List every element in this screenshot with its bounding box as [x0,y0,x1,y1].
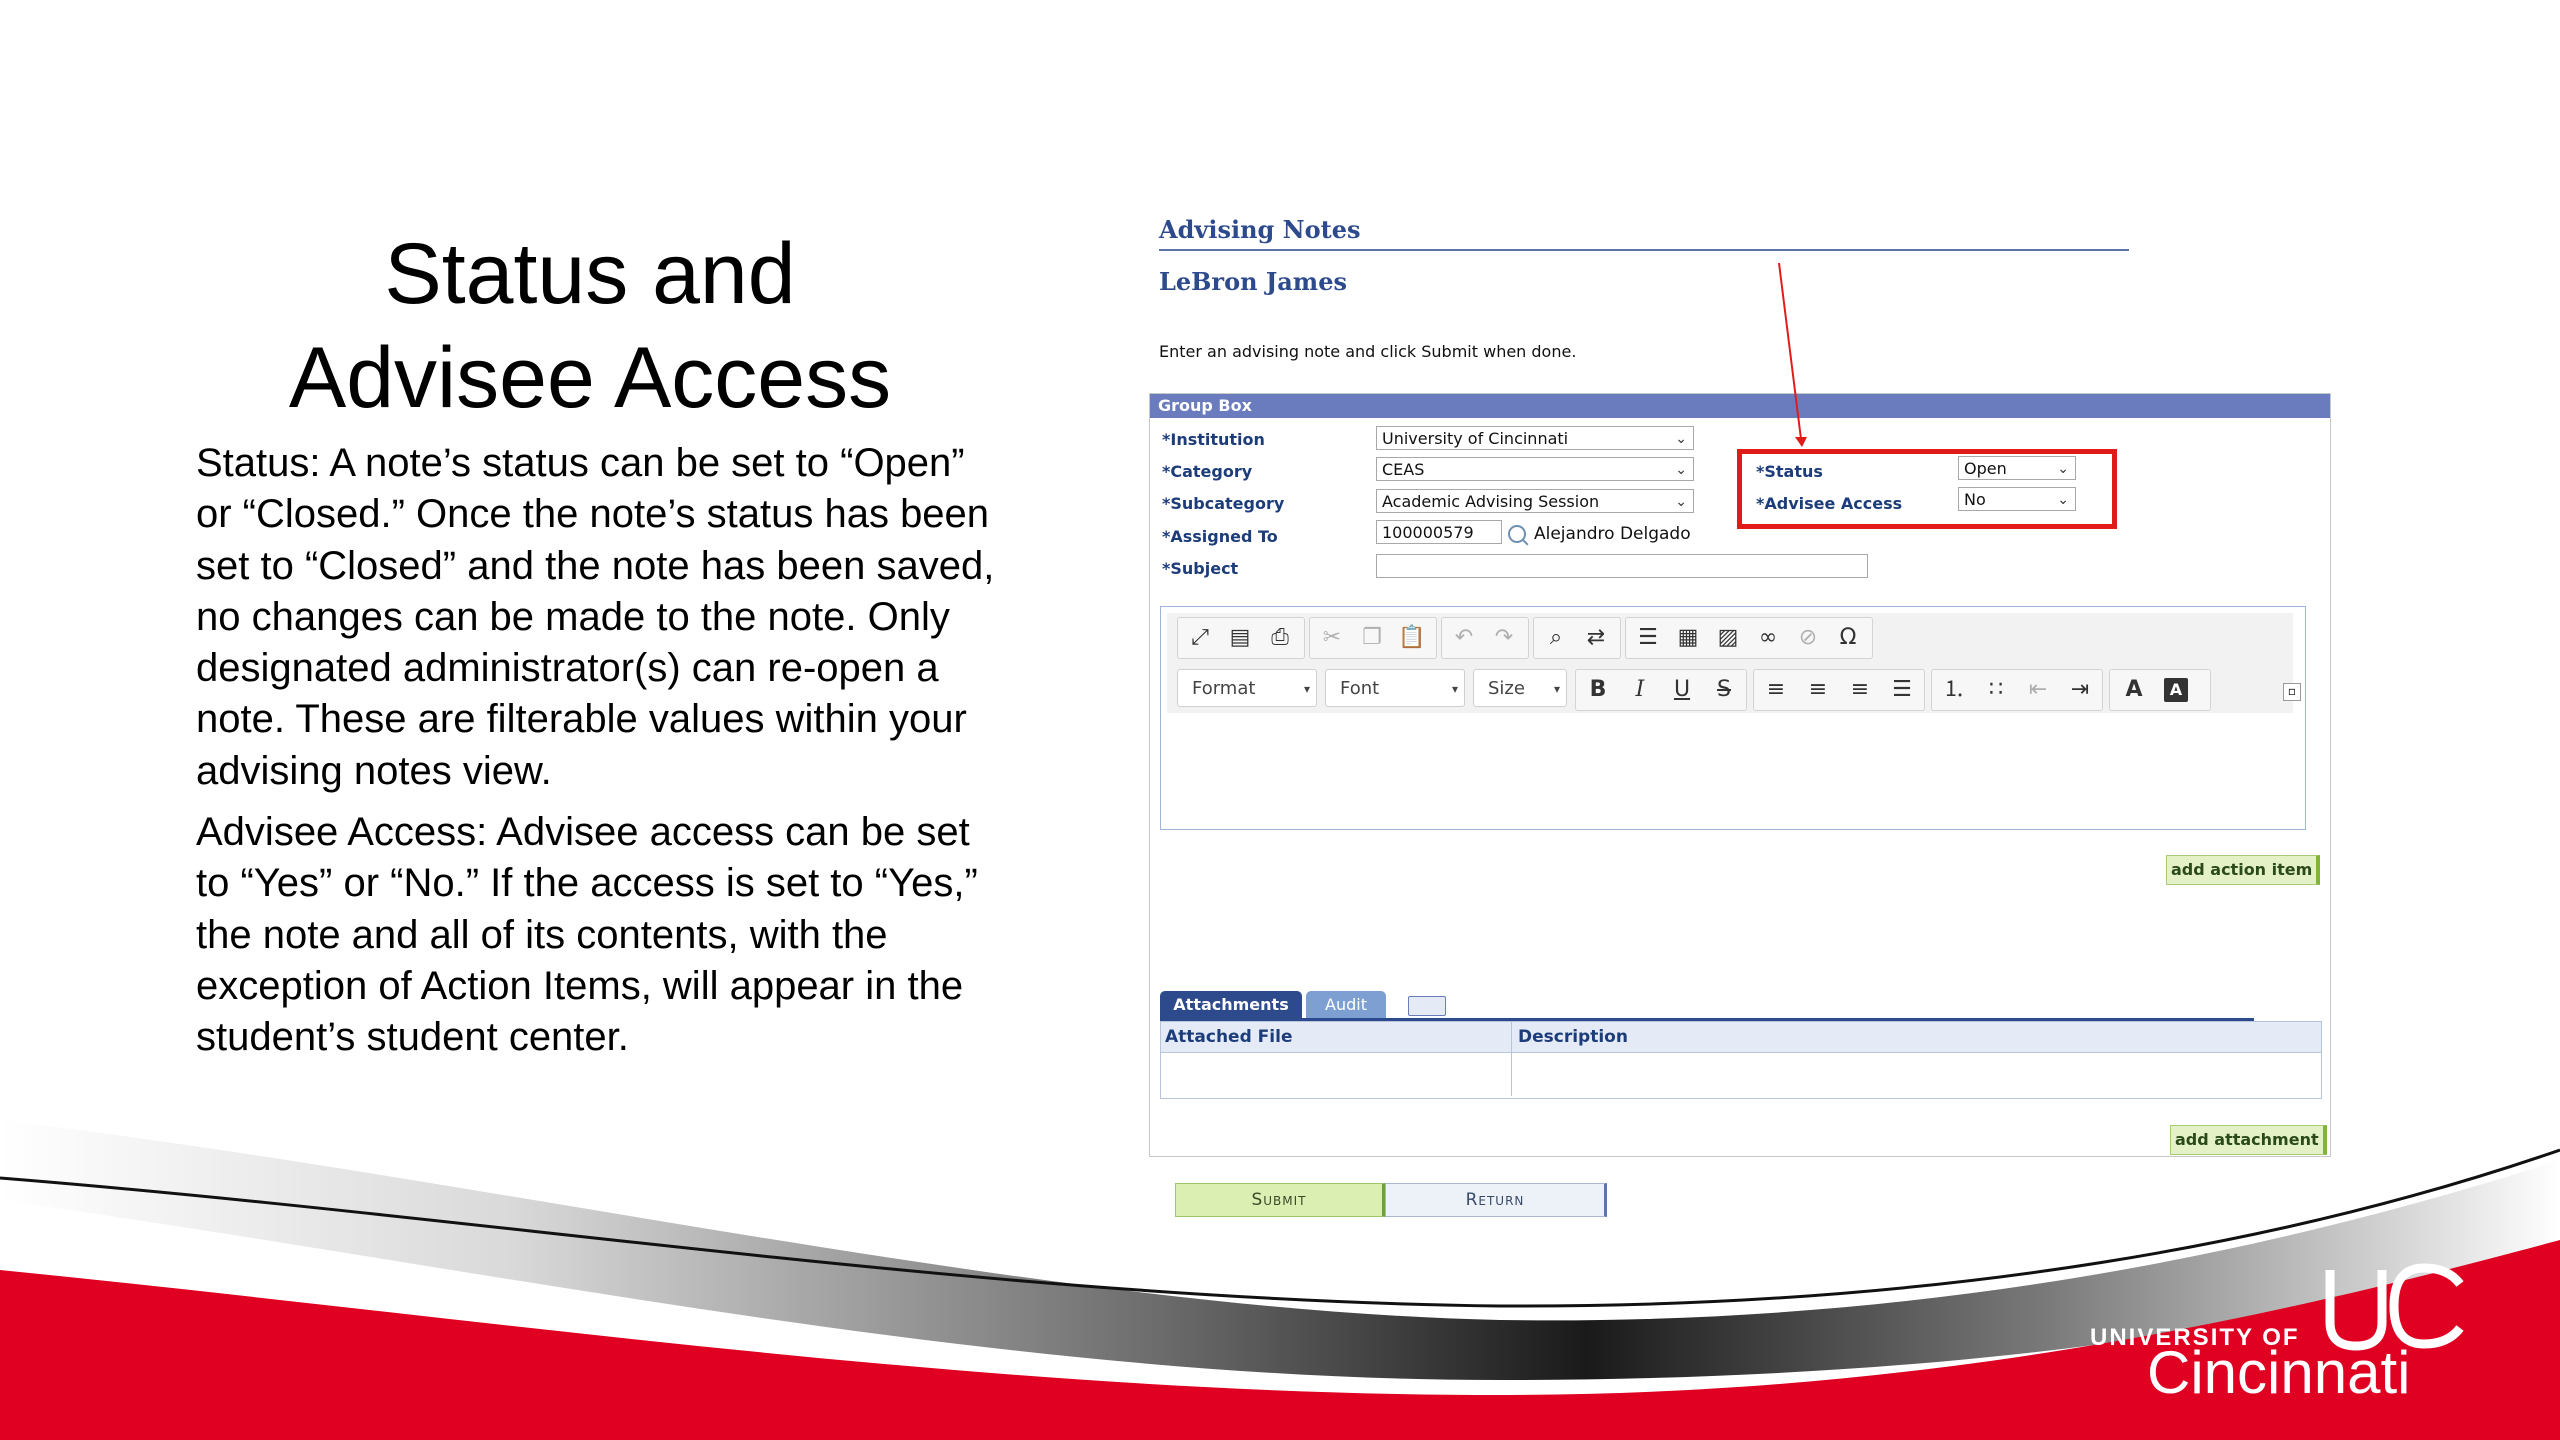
show-all-columns-icon[interactable] [1408,996,1446,1016]
subcategory-label: *Subcategory [1162,494,1285,513]
image-icon[interactable]: ▨ [1708,618,1748,658]
toolbar-group-find: ⌕ ⇄ [1533,617,1621,659]
dropdown-arrow-icon: ▾ [1553,682,1560,696]
instructions-text: Enter an advising note and click Submit … [1159,342,1577,361]
advisee-access-paragraph: Advisee Access: Advisee access can be se… [196,810,978,1060]
toolbar-group-history: ↶ ↷ [1441,617,1529,659]
redo-icon[interactable]: ↷ [1484,618,1524,658]
attachments-grid: Attached File Description [1160,1021,2322,1099]
preview-icon[interactable]: ▤ [1220,618,1260,658]
maximize-icon[interactable]: ⤢ [1180,618,1220,658]
advising-notes-screenshot: Advising Notes LeBron James Enter an adv… [1149,215,2339,1225]
dropdown-arrow-icon: ▾ [1303,682,1310,696]
subcategory-value: Academic Advising Session [1382,492,1600,511]
align-center-icon[interactable]: ≡ [1798,670,1838,710]
collapse-toolbar-icon[interactable]: ▫ [2283,683,2301,701]
align-right-icon[interactable]: ≡ [1840,670,1880,710]
special-character-icon[interactable]: Ω [1828,618,1868,658]
toolbar-group-lists: ⒈ ∷ ⇤ ⇥ [1931,669,2103,711]
group-box-header: Group Box [1150,394,2330,418]
copy-icon[interactable]: ❐ [1352,618,1392,658]
submit-button[interactable]: Submit [1175,1183,1385,1217]
undo-icon[interactable]: ↶ [1444,618,1484,658]
status-paragraph: Status: A note’s status can be set to “O… [196,441,995,793]
category-select[interactable]: CEAS ⌄ [1376,457,1694,481]
print-icon[interactable]: ⎙ [1260,618,1300,658]
slide-title: Status and Advisee Access [190,222,990,430]
tab-attachments[interactable]: Attachments [1160,991,1302,1019]
toolbar-group-document: ⤢ ▤ ⎙ [1177,617,1305,659]
justify-icon[interactable]: ☰ [1882,670,1922,710]
institution-label: *Institution [1162,430,1265,449]
strikethrough-button[interactable]: S [1704,670,1744,710]
institution-select[interactable]: University of Cincinnati ⌄ [1376,426,1694,450]
toolbar-group-basic-styles: B I U S [1575,669,1747,711]
subcategory-select[interactable]: Academic Advising Session ⌄ [1376,489,1694,513]
toolbar-group-clipboard: ✂ ❐ 📋 [1309,617,1437,659]
toolbar-group-colors: A A [2109,669,2211,711]
category-label: *Category [1162,462,1253,481]
uc-logo: UNIVERSITY OF Cincinnati [2090,1262,2490,1412]
paste-icon[interactable]: 📋 [1392,618,1432,658]
font-label: Font [1340,678,1380,699]
align-left-icon[interactable]: ≡ [1756,670,1796,710]
link-icon[interactable]: ∞ [1748,618,1788,658]
dropdown-arrow-icon: ▾ [1451,682,1458,696]
format-combo[interactable]: Format ▾ [1177,669,1317,707]
subject-input[interactable] [1376,554,1868,578]
page-title: Advising Notes [1159,215,1361,244]
italic-button[interactable]: I [1620,670,1660,710]
bulleted-list-icon[interactable]: ∷ [1976,670,2016,710]
chevron-down-icon: ⌄ [1675,431,1687,447]
tab-audit[interactable]: Audit [1306,991,1386,1019]
text-color-button[interactable]: A [2114,670,2154,710]
subject-label: *Subject [1162,559,1239,578]
unlink-icon[interactable]: ⊘ [1788,618,1828,658]
size-combo[interactable]: Size ▾ [1473,669,1567,707]
format-label: Format [1192,678,1256,699]
slide-title-line1: Status and [384,226,796,322]
font-combo[interactable]: Font ▾ [1325,669,1465,707]
editor-toolbar: ⤢ ▤ ⎙ ✂ ❐ 📋 ↶ ↷ ⌕ ⇄ ☰ ▦ ▨ ∞ ⊘ Ω Format ▾… [1167,613,2301,713]
attachments-grid-header: Attached File Description [1161,1022,2321,1053]
indent-icon[interactable]: ⇥ [2060,670,2100,710]
outdent-icon[interactable]: ⇤ [2018,670,2058,710]
return-button[interactable]: Return [1385,1183,1607,1217]
slide-title-line2: Advisee Access [288,330,892,426]
add-attachment-button[interactable]: add attachment [2170,1125,2327,1155]
logo-cincinnati: Cincinnati [2147,1339,2411,1406]
slide-body: Status: A note’s status can be set to “O… [196,438,996,1074]
add-action-item-button[interactable]: add action item [2166,855,2321,885]
toolbar-group-align: ≡ ≡ ≡ ☰ [1753,669,1925,711]
find-icon[interactable]: ⌕ [1536,618,1576,658]
note-editor[interactable]: ⤢ ▤ ⎙ ✂ ❐ 📋 ↶ ↷ ⌕ ⇄ ☰ ▦ ▨ ∞ ⊘ Ω Format ▾… [1160,606,2306,830]
category-value: CEAS [1382,460,1425,479]
background-color-button[interactable]: A [2164,678,2188,702]
bold-button[interactable]: B [1578,670,1618,710]
chevron-down-icon: ⌄ [1675,462,1687,478]
column-divider [1511,1022,1512,1096]
underline-button[interactable]: U [1662,670,1702,710]
assigned-to-name: Alejandro Delgado [1534,524,1691,544]
assigned-to-label: *Assigned To [1162,527,1278,546]
institution-value: University of Cincinnati [1382,429,1569,448]
assigned-to-input[interactable]: 100000579 [1376,520,1502,544]
horizontal-rule-icon[interactable]: ☰ [1628,618,1668,658]
table-icon[interactable]: ▦ [1668,618,1708,658]
col-attached-file: Attached File [1165,1027,1293,1047]
search-icon[interactable] [1508,525,1526,543]
cut-icon[interactable]: ✂ [1312,618,1352,658]
status-highlight-box [1737,449,2117,529]
replace-icon[interactable]: ⇄ [1576,618,1616,658]
chevron-down-icon: ⌄ [1675,494,1687,510]
student-name: LeBron James [1159,267,1347,296]
toolbar-group-insert: ☰ ▦ ▨ ∞ ⊘ Ω [1625,617,1873,659]
title-divider [1159,249,2129,251]
size-label: Size [1488,678,1525,699]
col-description: Description [1518,1027,1628,1047]
numbered-list-icon[interactable]: ⒈ [1934,670,1974,710]
